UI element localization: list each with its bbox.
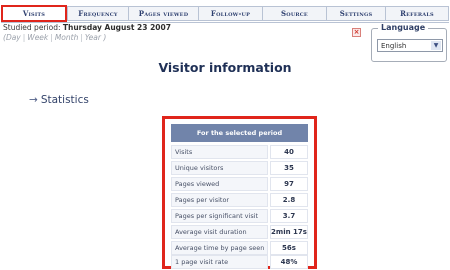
- row-label: Average time by page seen: [171, 241, 268, 255]
- arrow-right-icon: →: [29, 94, 38, 106]
- row-value: 48%: [270, 255, 308, 269]
- stats-table: For the selected period Visits 40 Unique…: [162, 116, 317, 269]
- period-link-week[interactable]: Week: [27, 33, 48, 42]
- tab-follow-up[interactable]: Follow-up: [198, 6, 262, 21]
- table-row: Average time by page seen 56s: [171, 241, 308, 255]
- tab-referals[interactable]: Referals: [385, 6, 449, 21]
- table-row: 1 page visit rate 48%: [171, 255, 308, 269]
- main-tab-bar: Visits Frequency Pages viewed Follow-up …: [1, 5, 449, 23]
- row-label: Unique visitors: [171, 161, 268, 175]
- period-link-day[interactable]: Day: [6, 33, 21, 42]
- language-select[interactable]: English ▼: [377, 39, 443, 52]
- separator: |: [80, 33, 83, 42]
- studied-period: Studied period: Thursday August 23 2007: [3, 23, 171, 32]
- row-value: 40: [270, 145, 308, 159]
- table-row: Pages per significant visit 3.7: [171, 209, 308, 223]
- row-value: 3.7: [270, 209, 308, 223]
- tab-pages-viewed[interactable]: Pages viewed: [128, 6, 198, 21]
- language-box: Language English ▼: [371, 23, 447, 62]
- period-selector: (Day | Week | Month | Year ): [3, 33, 106, 42]
- table-row: Average visit duration 2min 17s: [171, 225, 308, 239]
- period-close-paren: ): [103, 33, 107, 42]
- row-label: Pages per significant visit: [171, 209, 268, 223]
- row-value: 97: [270, 177, 308, 191]
- chevron-down-icon[interactable]: ▼: [431, 41, 441, 50]
- table-row: Visits 40: [171, 145, 308, 159]
- statistics-link[interactable]: → Statistics: [29, 94, 89, 106]
- tab-source[interactable]: Source: [262, 6, 326, 21]
- row-label: 1 page visit rate: [171, 255, 268, 269]
- row-value: 35: [270, 161, 308, 175]
- table-row: Pages per visitor 2.8: [171, 193, 308, 207]
- table-row: Pages viewed 97: [171, 177, 308, 191]
- separator: |: [50, 33, 53, 42]
- row-label: Pages per visitor: [171, 193, 268, 207]
- language-selected-value: English: [381, 41, 407, 50]
- studied-period-value: Thursday August 23 2007: [62, 23, 171, 32]
- close-icon[interactable]: ×: [352, 28, 361, 37]
- stats-table-header: For the selected period: [171, 124, 308, 142]
- tab-frequency[interactable]: Frequency: [67, 6, 128, 21]
- studied-period-label: Studied period:: [3, 23, 61, 32]
- row-value: 2min 17s: [270, 225, 308, 239]
- separator: |: [22, 33, 26, 42]
- row-label: Average visit duration: [171, 225, 268, 239]
- period-link-year[interactable]: Year: [85, 33, 101, 42]
- tab-visits[interactable]: Visits: [1, 5, 67, 22]
- statistics-link-label: Statistics: [40, 94, 89, 106]
- row-value: 2.8: [270, 193, 308, 207]
- page-title: Visitor information: [158, 60, 292, 75]
- row-label: Pages viewed: [171, 177, 268, 191]
- table-row: Unique visitors 35: [171, 161, 308, 175]
- tab-settings[interactable]: Settings: [326, 6, 385, 21]
- row-label: Visits: [171, 145, 268, 159]
- language-legend: Language: [378, 23, 429, 32]
- row-value: 56s: [270, 241, 308, 255]
- period-link-month[interactable]: Month: [55, 33, 79, 42]
